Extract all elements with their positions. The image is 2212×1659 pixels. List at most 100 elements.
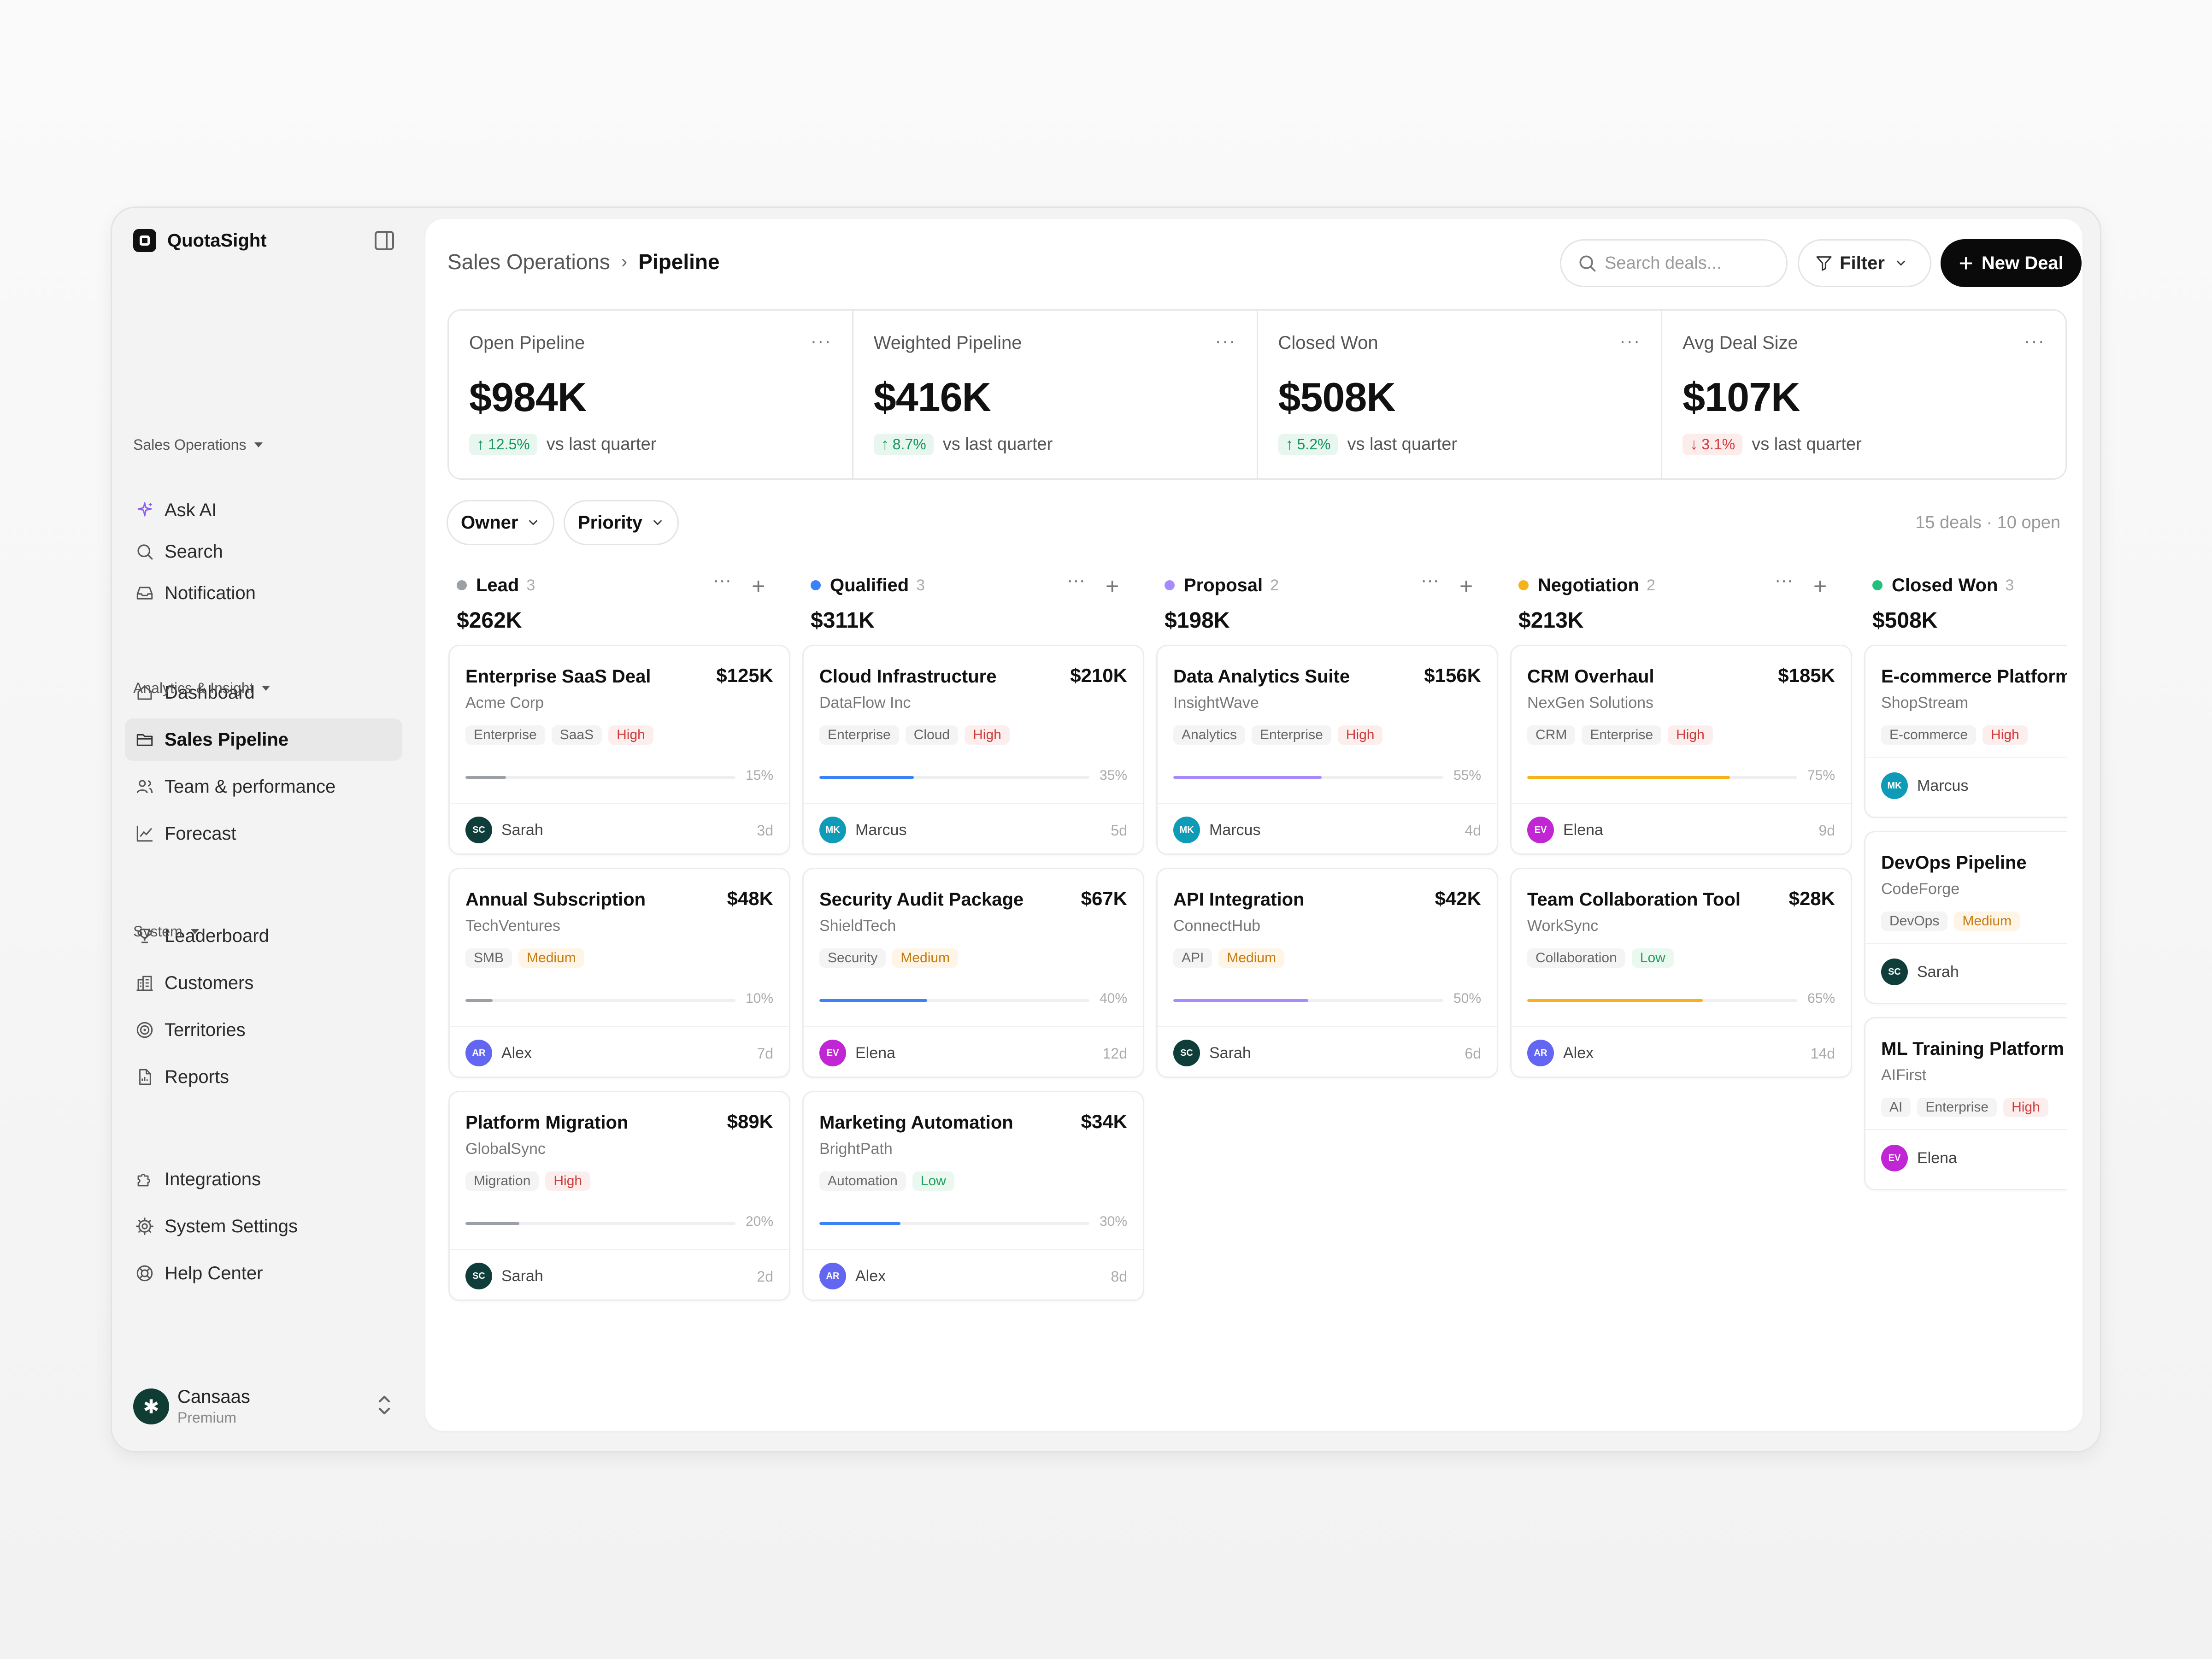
- progress-fill: [465, 1222, 520, 1225]
- deal-card[interactable]: Annual Subscription $48K TechVentures SMB Me…: [448, 868, 790, 1078]
- section-label: Sales Operations: [133, 436, 247, 453]
- deal-card[interactable]: Platform Migration $89K GlobalSync Migratio…: [448, 1091, 790, 1301]
- deal-title: API Integration: [1173, 889, 1305, 910]
- deal-amount: $28K: [1788, 888, 1835, 909]
- add-icon[interactable]: +: [1459, 573, 1473, 600]
- deal-card[interactable]: Cloud Infrastructure $210K DataFlow Inc Ent…: [802, 645, 1144, 855]
- deal-card[interactable]: DevOps Pipeline CodeForge DevOps Medium SC Sa…: [1864, 831, 2067, 1004]
- deal-card[interactable]: E-commerce Platform ShopStream E-commerce H…: [1864, 645, 2067, 818]
- priority-tag: High: [2003, 1098, 2048, 1117]
- sidebar-item-forecast[interactable]: Forecast: [125, 812, 402, 855]
- stage-dot-icon: [1518, 580, 1529, 590]
- priority-tag: Low: [1631, 948, 1674, 968]
- deal-amount: $210K: [1070, 665, 1127, 686]
- avatar: EV: [1527, 817, 1554, 843]
- divider: [1865, 1129, 2067, 1130]
- deal-card[interactable]: ML Training Platform AIFirst AI Enterprise H…: [1864, 1017, 2067, 1190]
- deal-card[interactable]: Security Audit Package $67K ShieldTech Secu…: [802, 868, 1144, 1078]
- tag: Collaboration: [1527, 948, 1625, 968]
- sidebar-item-label: System Settings: [165, 1216, 298, 1236]
- sidebar-item-territories[interactable]: Territories: [125, 1009, 402, 1051]
- priority-tag: Medium: [1218, 948, 1285, 968]
- more-horizontal-icon[interactable]: ···: [1067, 571, 1085, 589]
- user-name: Cansaas: [177, 1387, 250, 1407]
- avatar: MK: [819, 817, 846, 843]
- deal-card[interactable]: CRM Overhaul $185K NexGen Solutions CRM Ente…: [1510, 645, 1852, 855]
- deal-card[interactable]: Data Analytics Suite $156K InsightWave Anal…: [1156, 645, 1498, 855]
- deal-amount: $89K: [727, 1111, 773, 1132]
- add-icon[interactable]: +: [1813, 573, 1827, 600]
- column-total: $311K: [811, 608, 875, 633]
- sidebar-item-integrations[interactable]: Integrations: [125, 1158, 402, 1200]
- chevron-updown-icon[interactable]: [375, 1393, 394, 1417]
- deal-age: 4d: [1465, 822, 1481, 839]
- sidebar-item-help-center[interactable]: Help Center: [125, 1252, 402, 1294]
- sidebar-item-search[interactable]: Search: [125, 530, 402, 573]
- caret-down-icon: [262, 686, 271, 691]
- deal-card[interactable]: API Integration $42K ConnectHub API Medium 50…: [1156, 868, 1498, 1078]
- tag-list: Security Medium: [819, 948, 965, 968]
- avatar: AR: [465, 1040, 492, 1066]
- progress-fill: [819, 776, 914, 779]
- deal-owner: EV Elena: [1527, 817, 1603, 843]
- deal-owner: MK Marcus: [1881, 772, 1968, 799]
- progress-percent: 55%: [1453, 768, 1481, 783]
- deal-card[interactable]: Enterprise SaaS Deal $125K Acme Corp Enterp…: [448, 645, 790, 855]
- more-horizontal-icon[interactable]: ···: [713, 571, 731, 589]
- deal-title: Cloud Infrastructure: [819, 666, 997, 687]
- add-icon[interactable]: +: [752, 573, 765, 600]
- progress-percent: 75%: [1807, 768, 1835, 783]
- column-total: $198K: [1165, 608, 1230, 633]
- tag: AI: [1881, 1098, 1911, 1117]
- sidebar-toggle-icon[interactable]: [375, 231, 394, 250]
- progress-fill: [819, 999, 928, 1002]
- sidebar-item-system-settings[interactable]: System Settings: [125, 1205, 402, 1247]
- deal-card[interactable]: Marketing Automation $34K BrightPath Automa…: [802, 1091, 1144, 1301]
- sidebar-item-team-performance[interactable]: Team & performance: [125, 765, 402, 808]
- search-icon: [134, 541, 155, 562]
- column-header: Closed Won 3: [1861, 569, 2067, 601]
- tag: E-commerce: [1881, 725, 1977, 745]
- priority-tag: Medium: [518, 948, 584, 968]
- section-analytics[interactable]: Analytics & Insight: [133, 680, 271, 697]
- deal-title: Enterprise SaaS Deal: [465, 666, 651, 687]
- pipeline-column-closed-won: Closed Won 3 $508K E-commerce Platform ShopS…: [1861, 569, 2067, 1190]
- tag: Enterprise: [1252, 725, 1331, 745]
- add-icon[interactable]: +: [1106, 573, 1119, 600]
- column-name: Proposal: [1184, 575, 1263, 595]
- sidebar-item-reports[interactable]: Reports: [125, 1056, 402, 1098]
- more-horizontal-icon[interactable]: ···: [1775, 571, 1793, 589]
- progress-fill: [1173, 776, 1322, 779]
- section-system[interactable]: System: [133, 923, 199, 940]
- priority-tag: High: [1668, 725, 1713, 745]
- deal-card[interactable]: Team Collaboration Tool $28K WorkSync Colla…: [1510, 868, 1852, 1078]
- avatar-initials: SC: [472, 1271, 485, 1281]
- owner-name: Sarah: [1917, 963, 1959, 981]
- section-sales-operations[interactable]: Sales Operations: [133, 436, 263, 453]
- sidebar-item-notification[interactable]: Notification: [125, 572, 402, 614]
- target-icon: [134, 1019, 155, 1041]
- sidebar-item-label: Integrations: [165, 1169, 261, 1189]
- avatar-initials: EV: [1888, 1153, 1901, 1163]
- owner-name: Sarah: [501, 1267, 543, 1285]
- sidebar-item-sales-pipeline[interactable]: Sales Pipeline: [125, 718, 402, 761]
- progress-fill: [1527, 999, 1703, 1002]
- brand[interactable]: QuotaSight: [133, 229, 267, 252]
- divider: [804, 803, 1143, 804]
- deal-company: BrightPath: [819, 1140, 893, 1158]
- user-menu[interactable]: ✱ Cansaas Premium: [133, 1387, 250, 1426]
- file-icon: [134, 1066, 155, 1088]
- deal-owner: MK Marcus: [819, 817, 906, 843]
- owner-name: Alex: [501, 1044, 532, 1062]
- more-horizontal-icon[interactable]: ···: [1421, 571, 1439, 589]
- divider: [1158, 803, 1497, 804]
- priority-tag: High: [1337, 725, 1383, 745]
- sidebar-item-customers[interactable]: Customers: [125, 962, 402, 1004]
- progress-percent: 10%: [745, 991, 773, 1006]
- sidebar-item-ask-ai[interactable]: Ask AI: [125, 489, 402, 531]
- tag-list: Automation Low: [819, 1171, 961, 1191]
- deal-company: AIFirst: [1881, 1066, 1927, 1084]
- progress-fill: [1527, 776, 1730, 779]
- avatar-initials: SC: [1180, 1047, 1193, 1058]
- deal-owner: AR Alex: [1527, 1040, 1594, 1066]
